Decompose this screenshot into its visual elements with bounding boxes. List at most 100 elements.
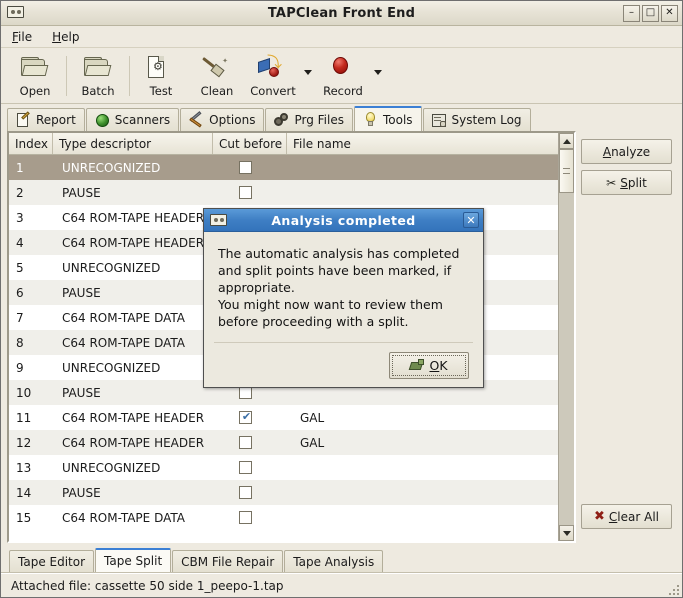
tab-report[interactable]: Report [7,108,85,131]
dialog-close-button[interactable]: ✕ [463,212,479,228]
cell-type-descriptor: PAUSE [62,485,101,500]
cell-index: 3 [16,210,24,225]
tab-options-label: Options [209,113,256,127]
cut-before-checkbox[interactable] [239,410,253,424]
cell-index: 1 [16,160,24,175]
column-header-file[interactable]: File name [287,133,558,154]
cell-type-descriptor: C64 ROM-TAPE HEADER [62,210,205,225]
toolbar-separator [66,56,67,96]
cell-cut-before[interactable] [213,430,287,455]
record-icon [328,55,358,81]
tab-scanners[interactable]: Scanners [85,108,180,131]
scissors-icon: ✂ [606,175,617,190]
table-row[interactable]: 13 UNRECOGNIZED [9,455,558,480]
table-row[interactable]: 14 PAUSE [9,480,558,505]
cut-before-checkbox[interactable] [239,511,252,524]
action-buttons-panel: Analyze ✂ Split ✖ Clear All [581,131,676,543]
bottom-tab-strip: Tape Editor Tape Split CBM File Repair T… [1,547,682,573]
toolbar-test-label: Test [149,84,173,98]
tab-options[interactable]: Options [180,108,265,131]
scrollbar-thumb[interactable] [559,149,574,193]
convert-icon: ⤵ [258,55,288,81]
cut-before-checkbox[interactable] [239,186,252,199]
menu-help[interactable]: Help [49,29,82,45]
grip-icon [563,168,570,174]
cell-cut-before[interactable] [213,155,287,180]
dialog-ok-button[interactable]: OK [389,351,469,379]
clear-all-button[interactable]: ✖ Clear All [581,504,672,529]
bottom-tab-tape-analysis[interactable]: Tape Analysis [284,550,384,572]
table-row[interactable]: 2 PAUSE [9,180,558,205]
cell-cut-before[interactable] [213,505,287,530]
dialog-line-1: The automatic analysis has completed [218,246,460,261]
menu-help-rest: elp [61,29,80,44]
maximize-button[interactable]: □ [642,4,659,22]
tab-tools-label: Tools [382,112,413,127]
table-vertical-scrollbar[interactable] [558,133,574,541]
cell-cut-before[interactable] [213,455,287,480]
convert-dropdown-arrow[interactable] [301,52,315,102]
cut-before-checkbox[interactable] [239,161,252,174]
toolbar-open-button[interactable]: Open [7,52,63,102]
toolbar-test-button[interactable]: ⚙ Test [133,52,189,102]
scroll-down-button[interactable] [559,525,574,541]
minimize-button[interactable]: – [623,4,640,22]
resize-grip-icon[interactable] [667,583,679,595]
menu-file[interactable]: File [9,29,35,45]
toolbar-convert-button[interactable]: ⤵ Convert [245,52,301,102]
scroll-up-button[interactable] [559,133,574,149]
analysis-completed-dialog: Analysis completed ✕ The automatic analy… [203,208,484,388]
toolbar-clean-button[interactable]: ✦ Clean [189,52,245,102]
dialog-title-bar: Analysis completed ✕ [204,209,483,232]
tab-prg-files[interactable]: Prg Files [265,108,353,131]
split-label: Split [620,175,647,190]
cell-cut-before[interactable] [213,180,287,205]
toolbar-open-label: Open [19,84,51,98]
toolbar-batch-button[interactable]: Batch [70,52,126,102]
column-header-index[interactable]: Index [9,133,53,154]
cell-type-descriptor: PAUSE [62,385,101,400]
record-dropdown-arrow[interactable] [371,52,385,102]
cell-index: 14 [16,485,32,500]
tab-system-log[interactable]: System Log [422,108,531,131]
cut-before-checkbox[interactable] [239,486,252,499]
cell-index: 6 [16,285,24,300]
cell-type-descriptor: PAUSE [62,185,101,200]
cell-type-descriptor: C64 ROM-TAPE DATA [62,510,185,525]
dialog-line-5: before proceeding with a split. [218,314,409,329]
folder-open-icon [20,55,50,81]
folder-batch-icon [83,55,113,81]
close-button[interactable]: ✕ [661,4,678,22]
dialog-line-2: and split points have been marked, if [218,263,452,278]
main-tab-strip: Report Scanners Options Prg Files Tools … [1,104,682,131]
cell-type-descriptor: UNRECOGNIZED [62,460,161,475]
cell-cut-before[interactable] [213,405,287,430]
table-row[interactable]: 11 C64 ROM-TAPE HEADER GAL [9,405,558,430]
table-row[interactable]: 15 C64 ROM-TAPE DATA [9,505,558,530]
document-test-icon: ⚙ [146,55,176,81]
tab-report-label: Report [36,113,76,127]
bottom-tab-tape-editor[interactable]: Tape Editor [9,550,95,572]
table-row[interactable]: 12 C64 ROM-TAPE HEADER GAL [9,430,558,455]
cut-before-checkbox[interactable] [239,436,252,449]
cell-index: 4 [16,235,24,250]
cell-type-descriptor: C64 ROM-TAPE HEADER [62,410,205,425]
split-button[interactable]: ✂ Split [581,170,672,195]
column-header-cut[interactable]: Cut before [213,133,287,154]
toolbar-separator-2 [129,56,130,96]
cell-cut-before[interactable] [213,480,287,505]
cut-before-checkbox[interactable] [239,461,252,474]
tab-tools[interactable]: Tools [353,106,422,131]
tools-icon [189,110,204,128]
table-row[interactable]: 1 UNRECOGNIZED [9,155,558,180]
toolbar-record-button[interactable]: Record [315,52,371,102]
bulb-icon [363,112,378,127]
column-header-type[interactable]: Type descriptor [53,133,213,154]
cell-type-descriptor: UNRECOGNIZED [62,360,161,375]
analyze-button[interactable]: Analyze [581,139,672,164]
bottom-tab-tape-split[interactable]: Tape Split [95,548,172,572]
bottom-tab-cbm-file-repair[interactable]: CBM File Repair [172,550,284,572]
scrollbar-track[interactable] [559,149,574,525]
cell-index: 15 [16,510,32,525]
